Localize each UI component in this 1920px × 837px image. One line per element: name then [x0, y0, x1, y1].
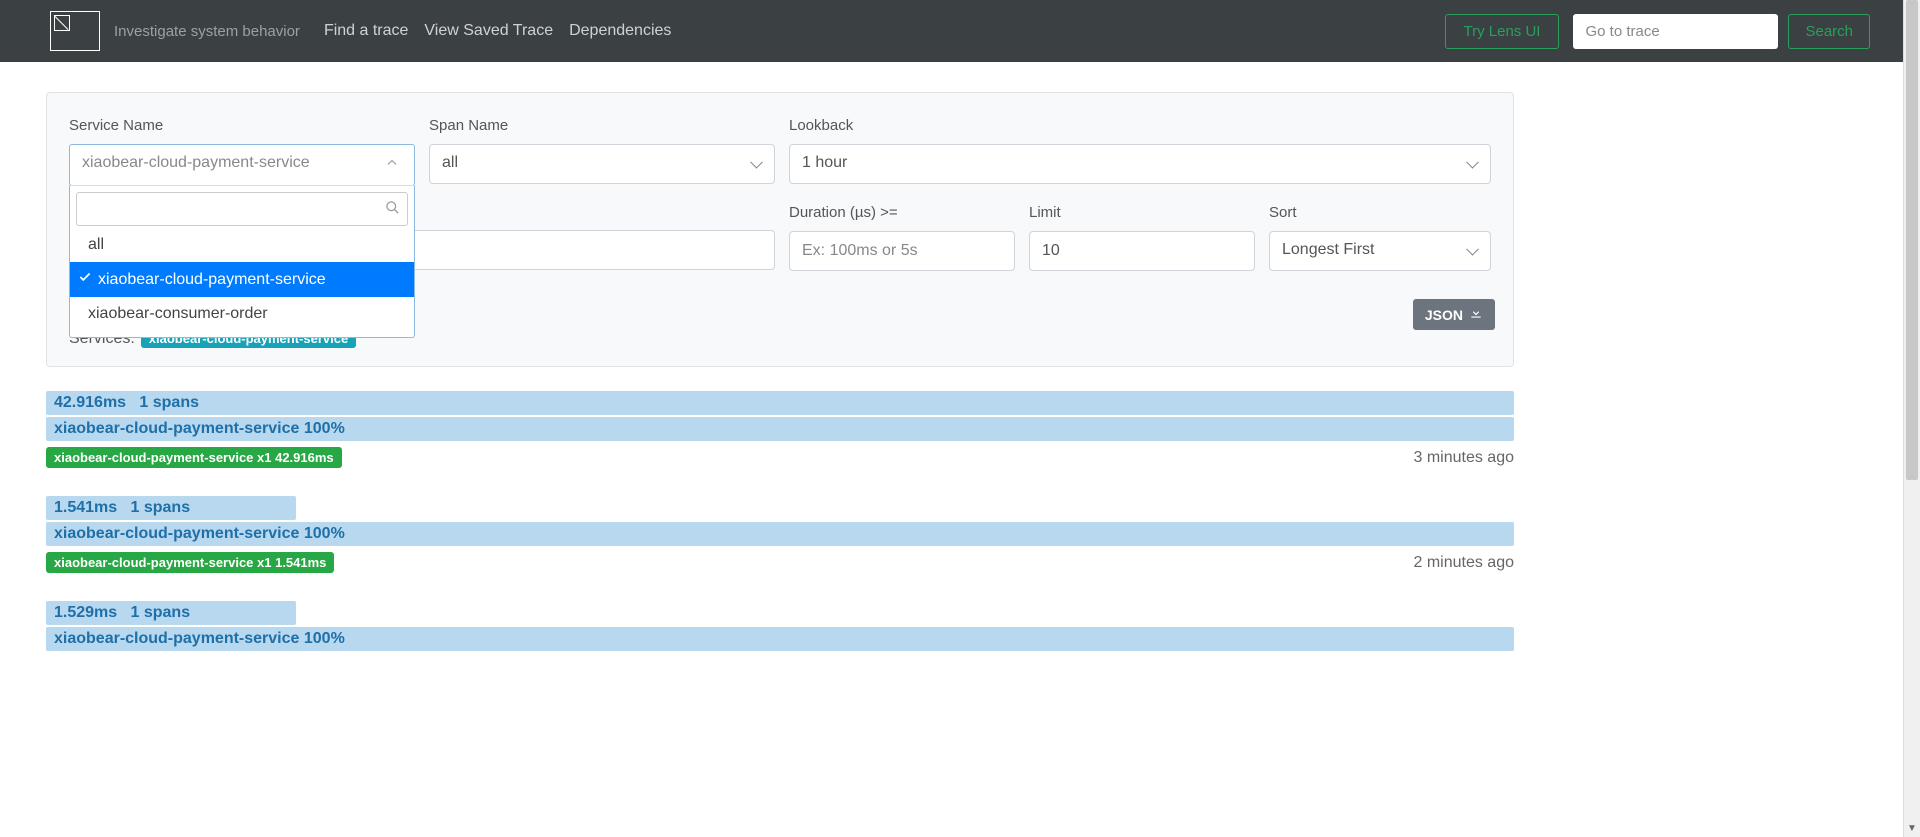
check-icon: [78, 270, 92, 289]
span-label: Span Name: [429, 117, 775, 134]
service-selected-value: xiaobear-cloud-payment-service: [82, 154, 310, 171]
service-dropdown: all xiaobear-cloud-payment-service xiaob…: [69, 185, 415, 338]
service-label: Service Name: [69, 117, 415, 134]
trace-service-bar: xiaobear-cloud-payment-service 100%: [46, 522, 1514, 546]
lookback-label: Lookback: [789, 117, 1491, 134]
try-lens-button[interactable]: Try Lens UI: [1445, 14, 1560, 49]
service-option-payment[interactable]: xiaobear-cloud-payment-service: [70, 262, 414, 297]
results-list: 42.916ms 1 spansxiaobear-cloud-payment-s…: [46, 391, 1514, 651]
duration-label: Duration (µs) >=: [789, 204, 1015, 221]
scrollbar[interactable]: ▲ ▼: [1903, 0, 1920, 837]
limit-label: Limit: [1029, 204, 1255, 221]
tagline: Investigate system behavior: [114, 23, 300, 40]
trace-time-ago: 3 minutes ago: [1413, 449, 1514, 467]
chevron-up-icon: [384, 155, 400, 176]
nav-view-saved[interactable]: View Saved Trace: [424, 22, 553, 40]
trace-duration-bar: 42.916ms 1 spans: [46, 391, 1514, 415]
trace-service-bar: xiaobear-cloud-payment-service 100%: [46, 417, 1514, 441]
download-icon: [1469, 306, 1483, 323]
duration-input[interactable]: [789, 231, 1015, 271]
service-option-consumer[interactable]: xiaobear-consumer-order: [70, 297, 414, 331]
trace-item[interactable]: 1.541ms 1 spansxiaobear-cloud-payment-se…: [46, 496, 1514, 573]
service-filter-input[interactable]: [76, 192, 408, 226]
search-button[interactable]: Search: [1788, 14, 1870, 49]
goto-trace-input[interactable]: [1573, 14, 1778, 49]
lookback-select[interactable]: 1 hour: [789, 144, 1491, 184]
trace-service-badge: xiaobear-cloud-payment-service x1 1.541m…: [46, 552, 334, 573]
scroll-thumb[interactable]: [1906, 0, 1918, 480]
service-option-all[interactable]: all: [70, 228, 414, 262]
trace-service-bar: xiaobear-cloud-payment-service 100%: [46, 627, 1514, 651]
trace-time-ago: 2 minutes ago: [1413, 554, 1514, 572]
search-icon: [385, 200, 400, 218]
span-select[interactable]: all: [429, 144, 775, 184]
trace-duration-bar: 1.541ms 1 spans: [46, 496, 296, 520]
trace-duration-bar: 1.529ms 1 spans: [46, 601, 296, 625]
nav-find-trace[interactable]: Find a trace: [324, 22, 408, 40]
trace-service-badge: xiaobear-cloud-payment-service x1 42.916…: [46, 447, 342, 468]
sort-select[interactable]: Longest First: [1269, 231, 1491, 271]
json-download-button[interactable]: JSON: [1413, 299, 1495, 330]
trace-item[interactable]: 1.529ms 1 spansxiaobear-cloud-payment-se…: [46, 601, 1514, 651]
search-panel: Service Name xiaobear-cloud-payment-serv…: [46, 92, 1514, 367]
service-combobox[interactable]: xiaobear-cloud-payment-service: [69, 144, 415, 186]
top-bar: Investigate system behavior Find a trace…: [0, 0, 1920, 62]
scroll-down-icon[interactable]: ▼: [1904, 820, 1920, 837]
limit-input[interactable]: [1029, 231, 1255, 271]
logo-icon: [50, 11, 100, 51]
trace-item[interactable]: 42.916ms 1 spansxiaobear-cloud-payment-s…: [46, 391, 1514, 468]
nav-dependencies[interactable]: Dependencies: [569, 22, 671, 40]
sort-label: Sort: [1269, 204, 1491, 221]
